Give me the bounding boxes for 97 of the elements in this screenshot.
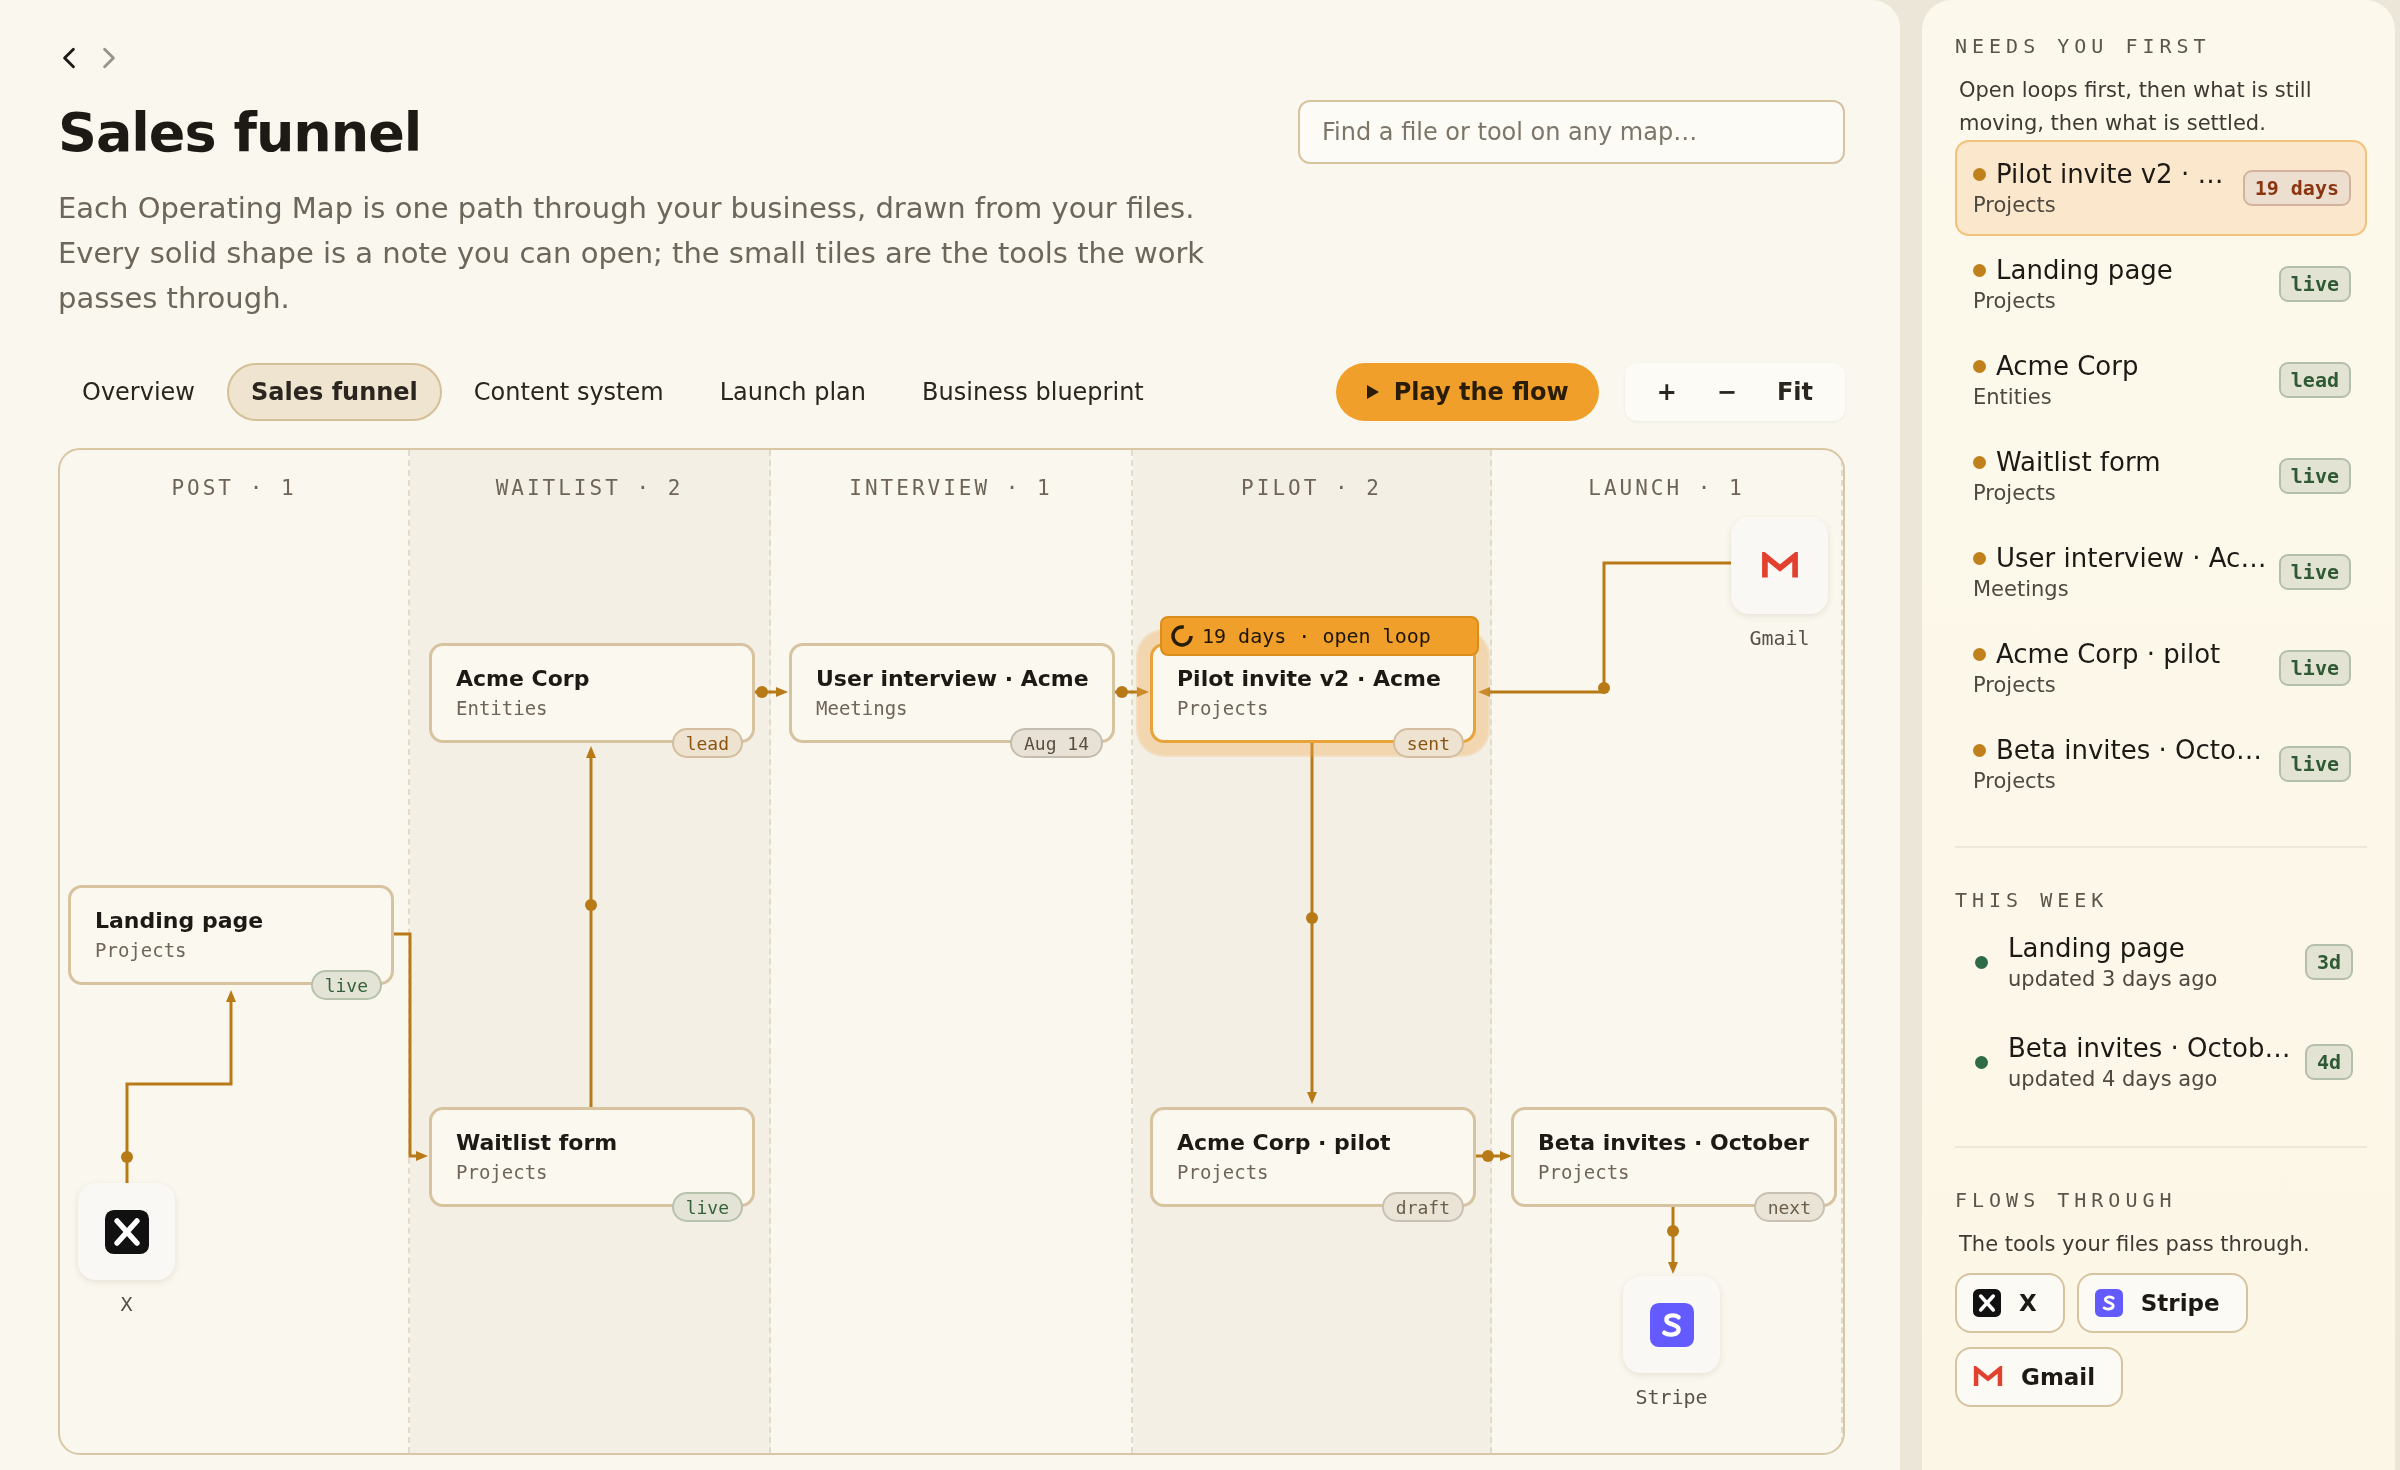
x-logo-icon: [104, 1209, 149, 1254]
note-title: Acme Corp · pilot: [1177, 1130, 1392, 1155]
note-title: Pilot invite v2 · Acme: [1177, 666, 1442, 691]
stage-label: POST · 1: [171, 476, 297, 502]
note-folder: Projects: [1538, 1161, 1631, 1183]
status-tag: next: [1753, 1192, 1825, 1222]
section-heading: NEEDS YOU FIRST: [1955, 34, 2212, 58]
item-subtitle: Projects: [1973, 769, 2057, 793]
x-logo-icon: [1973, 1289, 2001, 1317]
age-tag: 4d: [2304, 1044, 2353, 1080]
queue-item[interactable]: Acme Corp Entities lead: [1955, 332, 2367, 428]
mail-icon: [1760, 551, 1799, 580]
status-tag: live: [2278, 650, 2351, 686]
chevron-left-icon[interactable]: [62, 47, 76, 69]
status-tag: live: [2278, 458, 2351, 494]
note-folder: Meetings: [816, 697, 909, 719]
connector-arrow: [755, 686, 788, 698]
item-title: Landing page: [2008, 933, 2186, 963]
status-tag: Aug 14: [1009, 728, 1103, 758]
tool-tile[interactable]: [1731, 517, 1828, 614]
map-tab[interactable]: Sales funnel: [227, 363, 442, 421]
status-tag: sent: [1392, 728, 1464, 758]
s-logo-icon: [1649, 1302, 1694, 1347]
queue-item[interactable]: Pilot invite v2 · … Projects 19 days: [1955, 140, 2367, 236]
s-logo-icon: [2094, 1289, 2123, 1317]
connector-arrow: [1476, 1150, 1512, 1162]
map-tab[interactable]: Business blueprint: [898, 363, 1168, 421]
play-button[interactable]: Play the flow: [1335, 363, 1599, 421]
status-tag: live: [310, 970, 382, 1000]
item-subtitle: updated 3 days ago: [2008, 967, 2219, 991]
status-tag: lead: [671, 728, 743, 758]
section-heading: THIS WEEK: [1955, 888, 2110, 912]
item-subtitle: Projects: [1973, 481, 2057, 505]
item-subtitle: Projects: [1973, 193, 2057, 217]
item-title: Pilot invite v2 · …: [1996, 159, 2224, 189]
connector-arrow: [1115, 686, 1149, 698]
note-title: Beta invites · October: [1538, 1130, 1810, 1155]
note-title: Waitlist form: [456, 1130, 619, 1155]
queue-item[interactable]: Landing page Projects live: [1955, 236, 2367, 332]
tool-label: X: [120, 1292, 133, 1316]
note-folder: Projects: [456, 1161, 549, 1183]
queue-item[interactable]: Waitlist form Projects live: [1955, 428, 2367, 524]
play-icon: [1365, 384, 1380, 400]
map-tab[interactable]: Launch plan: [695, 363, 891, 421]
zoom-button[interactable]: −: [1696, 367, 1757, 417]
zoom-button[interactable]: +: [1636, 367, 1697, 417]
note-title: User interview · Acme: [816, 666, 1088, 691]
item-title: User interview · Ac…: [1996, 543, 2267, 573]
section-note: The tools your files pass through.: [1959, 1231, 2311, 1258]
item-title: Waitlist form: [1996, 447, 2161, 477]
status-tag: live: [2278, 554, 2351, 590]
stage-label: PILOT · 2: [1241, 476, 1382, 502]
item-subtitle: updated 4 days ago: [2008, 1067, 2219, 1091]
section-note: Open loops first, then what is still moving, then what is settled.: [1959, 77, 2313, 137]
stage-label: INTERVIEW · 1: [849, 476, 1053, 502]
zoom-button[interactable]: Fit: [1756, 367, 1833, 417]
search-field[interactable]: Find a file or tool on any map…: [1298, 100, 1845, 164]
section-heading: FLOWS THROUGH: [1955, 1188, 2178, 1212]
map-tab[interactable]: Content system: [449, 363, 688, 421]
tool-label: Stripe: [1635, 1385, 1708, 1409]
note-title: Acme Corp: [456, 666, 591, 691]
connector-arrow: [1667, 1207, 1679, 1274]
status-tag: live: [2278, 266, 2351, 302]
page-description: Each Operating Map is one path through your business, drawn from your files. Every solid shape is a note you can open; the small tiles are the tools the work passes through.: [58, 190, 1206, 317]
tool-chip[interactable]: X: [1955, 1273, 2065, 1333]
note-folder: Entities: [456, 697, 549, 719]
stage-label: WAITLIST · 2: [495, 476, 684, 502]
tool-chip[interactable]: Gmail: [1955, 1347, 2124, 1407]
status-tag: draft: [1381, 1192, 1464, 1222]
mail-icon: [1973, 1366, 2003, 1388]
item-subtitle: Meetings: [1973, 577, 2070, 601]
item-title: Beta invites · Octo…: [1996, 735, 2262, 765]
stage-label: LAUNCH · 1: [1588, 476, 1745, 502]
page-title: Sales funnel: [58, 100, 422, 164]
status-tag: lead: [2278, 362, 2351, 398]
note-title: Landing page: [95, 908, 265, 933]
note-folder: Projects: [95, 939, 188, 961]
status-tag: 19 days: [2242, 170, 2351, 206]
progress-ring-icon: [1170, 624, 1194, 648]
item-subtitle: Projects: [1973, 673, 2057, 697]
item-subtitle: Projects: [1973, 289, 2057, 313]
item-subtitle: Entities: [1973, 385, 2053, 409]
note-folder: Projects: [1177, 697, 1270, 719]
age-tag: 3d: [2304, 944, 2353, 980]
status-tag: live: [2278, 746, 2351, 782]
status-tag: live: [671, 1192, 743, 1222]
map-tab[interactable]: Overview: [58, 363, 219, 421]
note-folder: Projects: [1177, 1161, 1270, 1183]
tool-chip[interactable]: Stripe: [2076, 1273, 2248, 1333]
queue-item[interactable]: Beta invites · Octo… Projects live: [1955, 716, 2367, 812]
item-title: Landing page: [1996, 255, 2173, 285]
item-title: Acme Corp: [1996, 351, 2139, 381]
queue-item[interactable]: Acme Corp · pilot Projects live: [1955, 620, 2367, 716]
tool-label: Gmail: [1749, 626, 1810, 650]
item-title: Acme Corp · pilot: [1996, 639, 2221, 669]
tool-tile[interactable]: [1623, 1276, 1720, 1373]
tool-tile[interactable]: [78, 1183, 175, 1280]
